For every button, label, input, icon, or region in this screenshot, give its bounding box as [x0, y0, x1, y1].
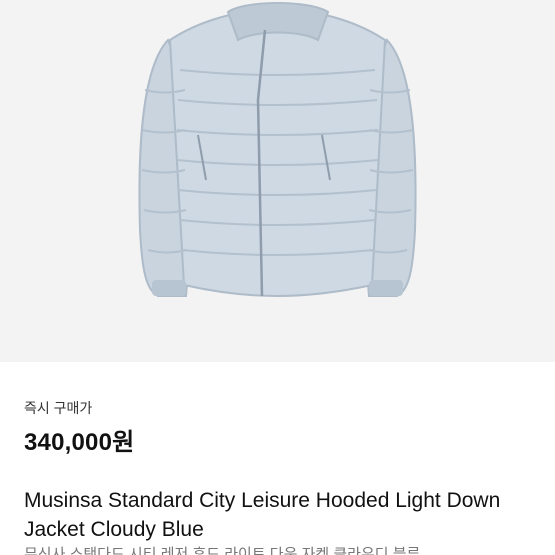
- price-value: 340,000원: [24, 429, 135, 456]
- product-image[interactable]: [0, 0, 555, 362]
- product-subtitle-korean: 무신사 스탠다드 시티 레저 후드 라이트 다운 자켓 클라우디 블루: [24, 546, 421, 555]
- product-title: Musinsa Standard City Leisure Hooded Lig…: [24, 489, 501, 541]
- price-label: 즉시 구매가: [24, 400, 93, 416]
- jacket-illustration: [138, 2, 417, 298]
